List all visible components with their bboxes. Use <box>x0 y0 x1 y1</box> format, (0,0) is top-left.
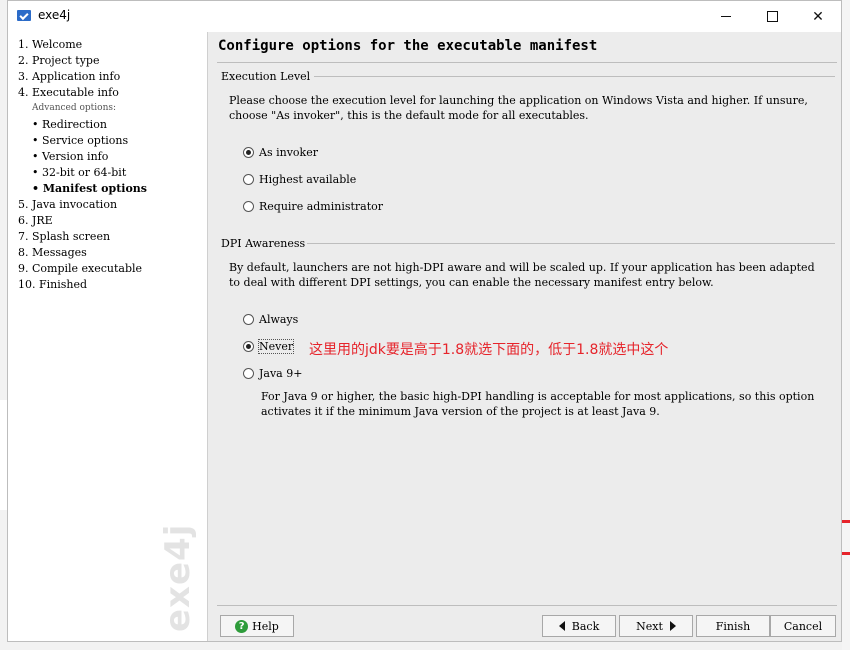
button-bar-divider <box>217 605 837 606</box>
app-icon <box>17 10 31 21</box>
exe4j-watermark: exe4j <box>158 523 198 632</box>
step-splash-screen[interactable]: 7. Splash screen <box>18 230 110 243</box>
step-java-invocation[interactable]: 5. Java invocation <box>18 198 117 211</box>
cancel-button[interactable]: Cancel <box>770 615 836 637</box>
radio-unchecked-icon <box>243 201 254 212</box>
step-finished[interactable]: 10. Finished <box>18 278 87 291</box>
radio-label: Require administrator <box>259 200 384 213</box>
step-messages[interactable]: 8. Messages <box>18 246 87 259</box>
dpi-awareness-description: By default, launchers are not high-DPI a… <box>229 261 815 289</box>
next-button-label: Next <box>636 619 663 633</box>
radio-label: As invoker <box>259 146 318 159</box>
radio-label: Highest available <box>259 173 357 186</box>
edge-mark <box>842 520 850 523</box>
edge-mark <box>842 552 850 555</box>
finish-button-label: Finish <box>715 619 751 633</box>
radio-highest-available[interactable]: Highest available <box>243 173 356 186</box>
minimize-button[interactable] <box>703 1 749 32</box>
radio-label: Java 9+ <box>259 367 303 380</box>
step-project-type[interactable]: 2. Project type <box>18 54 99 67</box>
dpi-awareness-divider <box>307 243 835 244</box>
arrow-left-icon <box>558 621 565 631</box>
page-title: Configure options for the executable man… <box>218 38 598 54</box>
step-executable-info[interactable]: 4. Executable info <box>18 86 119 99</box>
wizard-steps-sidebar: 1. Welcome 2. Project type 3. Applicatio… <box>8 32 208 641</box>
help-button-label: Help <box>252 619 279 633</box>
radio-never[interactable]: Never <box>243 339 295 354</box>
radio-label: Always <box>259 313 299 326</box>
back-button-label: Back <box>571 619 600 633</box>
radio-java9-plus[interactable]: Java 9+ <box>243 367 302 380</box>
window-title: exe4j <box>38 8 71 22</box>
step-redirection[interactable]: • Redirection <box>32 118 107 131</box>
radio-unchecked-icon <box>243 314 254 325</box>
radio-unchecked-icon <box>243 174 254 185</box>
radio-label: Never <box>257 339 295 354</box>
step-application-info[interactable]: 3. Application info <box>18 70 120 83</box>
minimize-icon <box>721 16 731 17</box>
background-window-edge <box>842 0 850 650</box>
step-32-64-bit[interactable]: • 32-bit or 64-bit <box>32 166 126 179</box>
cancel-button-label: Cancel <box>783 619 823 633</box>
exe4j-window: exe4j ✕ 1. Welcome 2. Project type 3. Ap… <box>7 0 842 642</box>
title-divider <box>217 62 837 63</box>
content-panel: Configure options for the executable man… <box>208 32 841 641</box>
step-manifest-options[interactable]: • Manifest options <box>32 182 147 195</box>
dpi-awareness-label: DPI Awareness <box>221 237 306 250</box>
step-version-info[interactable]: • Version info <box>32 150 108 163</box>
help-button[interactable]: ? Help <box>220 615 294 637</box>
maximize-icon <box>766 11 778 22</box>
step-compile-executable[interactable]: 9. Compile executable <box>18 262 142 275</box>
maximize-button[interactable] <box>749 1 795 32</box>
background-panel <box>0 400 7 510</box>
title-bar[interactable]: exe4j ✕ <box>8 1 841 32</box>
execution-level-description: Please choose the execution level for la… <box>229 94 808 122</box>
radio-checked-icon <box>243 341 254 352</box>
next-button[interactable]: Next <box>619 615 693 637</box>
radio-checked-icon <box>243 147 254 158</box>
back-button[interactable]: Back <box>542 615 616 637</box>
radio-unchecked-icon <box>243 368 254 379</box>
step-jre[interactable]: 6. JRE <box>18 214 53 227</box>
step-service-options[interactable]: • Service options <box>32 134 128 147</box>
radio-require-administrator[interactable]: Require administrator <box>243 200 383 213</box>
execution-level-divider <box>314 76 835 77</box>
help-icon: ? <box>235 619 249 633</box>
execution-level-label: Execution Level <box>221 70 311 83</box>
radio-always[interactable]: Always <box>243 313 298 326</box>
step-welcome[interactable]: 1. Welcome <box>18 38 82 51</box>
arrow-right-icon <box>669 621 676 631</box>
close-icon: ✕ <box>812 8 824 25</box>
finish-button[interactable]: Finish <box>696 615 770 637</box>
close-button[interactable]: ✕ <box>795 1 841 32</box>
radio-as-invoker[interactable]: As invoker <box>243 146 318 159</box>
java9-description: For Java 9 or higher, the basic high-DPI… <box>261 390 815 418</box>
advanced-options-heading: Advanced options: <box>32 103 117 113</box>
red-annotation-text: 这里用的jdk要是高于1.8就选下面的，低于1.8就选中这个 <box>309 342 669 358</box>
